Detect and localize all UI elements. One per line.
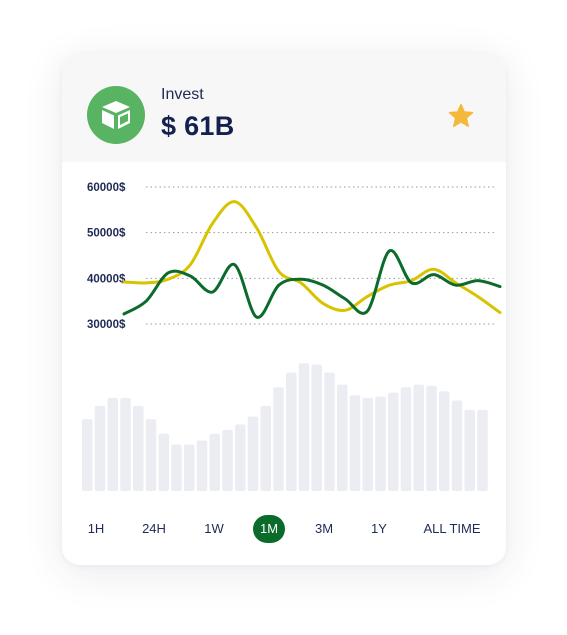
volume-bar bbox=[413, 384, 424, 491]
volume-bar bbox=[247, 416, 259, 491]
volume-bar bbox=[324, 372, 335, 491]
volume-bar bbox=[451, 400, 463, 491]
volume-bar bbox=[196, 440, 208, 491]
volume-bar bbox=[337, 384, 348, 491]
volume-bar bbox=[349, 395, 361, 491]
y-tick-label: 50000$ bbox=[87, 228, 126, 240]
volume-bar bbox=[82, 419, 93, 491]
volume-bar bbox=[298, 363, 310, 491]
volume-bar bbox=[145, 419, 157, 491]
card-header: Invest $ 61B bbox=[62, 53, 506, 162]
time-range-1m[interactable]: 1M bbox=[253, 515, 285, 543]
time-range-all-time[interactable]: ALL TIME bbox=[423, 515, 480, 543]
time-range-1h[interactable]: 1H bbox=[88, 515, 105, 543]
volume-bar bbox=[286, 372, 297, 491]
volume-bar bbox=[273, 387, 284, 491]
volume-bar bbox=[133, 405, 144, 491]
y-tick-label: 30000$ bbox=[87, 319, 126, 331]
time-range-1w[interactable]: 1W bbox=[204, 515, 224, 543]
star-icon[interactable] bbox=[448, 103, 474, 129]
y-tick-label: 60000$ bbox=[87, 182, 126, 194]
volume-bar bbox=[464, 409, 475, 491]
volume-bar bbox=[388, 392, 399, 491]
volume-bar bbox=[311, 364, 322, 491]
volume-bar bbox=[260, 405, 271, 491]
volume-bar bbox=[426, 385, 437, 491]
volume-bar bbox=[158, 433, 169, 491]
volume-bar bbox=[209, 433, 220, 491]
volume-bar bbox=[184, 444, 195, 491]
volume-bar bbox=[477, 409, 488, 491]
volume-bar bbox=[94, 405, 106, 491]
volume-bar bbox=[375, 396, 386, 491]
invest-card: Invest $ 61B 60000$ 50000$ 40000$ 30000$ 1H… bbox=[62, 53, 506, 565]
price-chart: 60000$ 50000$ 40000$ 30000$ bbox=[82, 182, 502, 491]
invest-label: Invest bbox=[161, 86, 204, 103]
volume-bar bbox=[120, 397, 131, 491]
series-line-green bbox=[122, 249, 502, 319]
volume-bar bbox=[222, 429, 233, 491]
volume-bar bbox=[400, 387, 412, 491]
volume-bar bbox=[171, 444, 182, 491]
time-range-1y[interactable]: 1Y bbox=[371, 515, 387, 543]
series-line-yellow bbox=[122, 200, 502, 315]
volume-bar bbox=[362, 397, 373, 491]
y-tick-label: 40000$ bbox=[87, 273, 126, 285]
time-range-24h[interactable]: 24H bbox=[142, 515, 166, 543]
time-range-selector: 1H 24H 1W 1M 3M 1Y ALL TIME bbox=[62, 515, 506, 545]
volume-bar bbox=[439, 391, 450, 491]
time-range-3m[interactable]: 3M bbox=[315, 515, 333, 543]
neo-cube-icon bbox=[87, 86, 145, 144]
invest-value: $ 61B bbox=[161, 111, 235, 141]
volume-bar bbox=[235, 424, 246, 491]
volume-bar bbox=[107, 397, 118, 491]
